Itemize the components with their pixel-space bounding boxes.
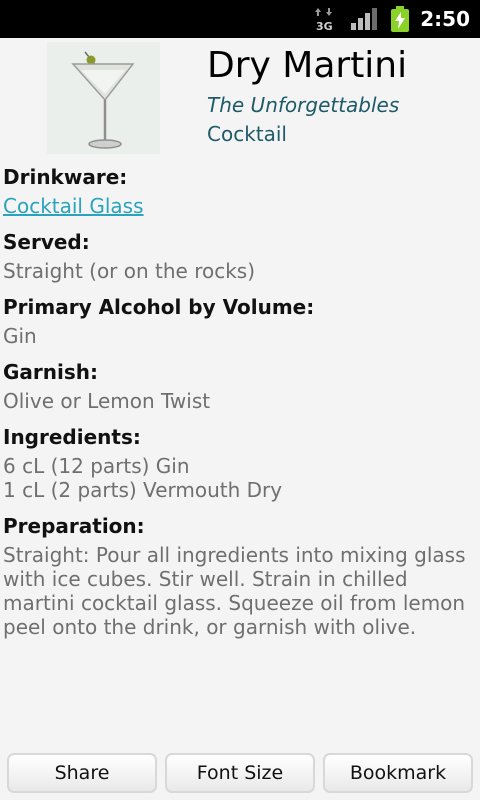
preparation-label: Preparation: — [3, 514, 145, 538]
drink-image — [47, 42, 160, 154]
3g-data-icon: 3G — [315, 8, 333, 32]
alcohol-value: Gin — [3, 324, 37, 348]
drink-details: Drinkware: Cocktail Glass Served: Straig… — [3, 164, 477, 650]
drink-category: Cocktail — [207, 122, 287, 146]
signal-icon — [351, 8, 377, 30]
alcohol-label: Primary Alcohol by Volume: — [3, 295, 315, 319]
font-size-button[interactable]: Font Size — [165, 753, 315, 793]
ingredients-list: 6 cL (12 parts) Gin 1 cL (2 parts) Vermo… — [3, 454, 477, 502]
preparation-text: Straight: Pour all ingredients into mixi… — [3, 543, 466, 639]
svg-text:3G: 3G — [316, 20, 333, 32]
garnish-value: Olive or Lemon Twist — [3, 389, 211, 413]
drink-title: Dry Martini — [207, 45, 408, 86]
drink-subtitle: The Unforgettables — [207, 93, 400, 117]
served-value: Straight (or on the rocks) — [3, 259, 256, 283]
ingredient-item: 1 cL (2 parts) Vermouth Dry — [3, 478, 283, 502]
battery-charging-icon — [391, 6, 409, 32]
ingredients-label: Ingredients: — [3, 425, 141, 449]
drinkware-label: Drinkware: — [3, 165, 128, 189]
share-button[interactable]: Share — [7, 753, 157, 793]
ingredient-item: 6 cL (12 parts) Gin — [3, 454, 190, 478]
status-bar: 3G 2:50 — [0, 0, 480, 38]
clock: 2:50 — [420, 7, 470, 31]
bookmark-button[interactable]: Bookmark — [323, 753, 473, 793]
martini-glass-image — [71, 51, 135, 149]
drinkware-link[interactable]: Cocktail Glass — [3, 194, 477, 218]
served-label: Served: — [3, 230, 90, 254]
garnish-label: Garnish: — [3, 360, 99, 384]
